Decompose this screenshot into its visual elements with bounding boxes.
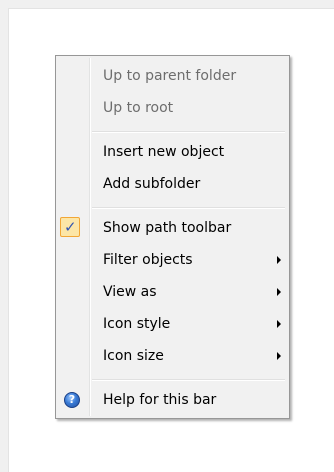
submenu-arrow-icon xyxy=(277,352,281,360)
menu-item-show-path-toolbar[interactable]: ✓ Show path toolbar xyxy=(58,216,287,240)
menu-separator xyxy=(92,379,285,381)
menu-item-help-for-this-bar[interactable]: ? Help for this bar xyxy=(58,388,287,412)
menu-item-label: Up to root xyxy=(103,100,174,116)
menu-item-label: Show path toolbar xyxy=(103,220,232,236)
submenu-arrow-icon xyxy=(277,288,281,296)
menu-item-up-to-parent-folder: Up to parent folder xyxy=(58,64,287,88)
help-icon: ? xyxy=(64,392,80,408)
menu-item-label: Help for this bar xyxy=(103,392,217,408)
menu-item-label: Icon style xyxy=(103,316,171,332)
context-menu: Up to parent folder Up to root Insert ne… xyxy=(55,55,290,419)
menu-separator xyxy=(92,207,285,209)
menu-item-label: Up to parent folder xyxy=(103,68,237,84)
menu-item-label: Add subfolder xyxy=(103,176,201,192)
menu-item-insert-new-object[interactable]: Insert new object xyxy=(58,140,287,164)
menu-item-label: Filter objects xyxy=(103,252,193,268)
menu-item-label: Icon size xyxy=(103,348,164,364)
menu-separator xyxy=(92,131,285,133)
menu-item-view-as[interactable]: View as xyxy=(58,280,287,304)
menu-item-label: View as xyxy=(103,284,157,300)
checkmark-highlight: ✓ xyxy=(60,217,80,237)
menu-item-filter-objects[interactable]: Filter objects xyxy=(58,248,287,272)
menu-item-up-to-root: Up to root xyxy=(58,96,287,120)
menu-item-icon-style[interactable]: Icon style xyxy=(58,312,287,336)
checkmark-icon: ✓ xyxy=(64,218,77,236)
menu-item-label: Insert new object xyxy=(103,144,225,160)
menu-item-icon-size[interactable]: Icon size xyxy=(58,344,287,368)
submenu-arrow-icon xyxy=(277,320,281,328)
submenu-arrow-icon xyxy=(277,256,281,264)
menu-item-add-subfolder[interactable]: Add subfolder xyxy=(58,172,287,196)
